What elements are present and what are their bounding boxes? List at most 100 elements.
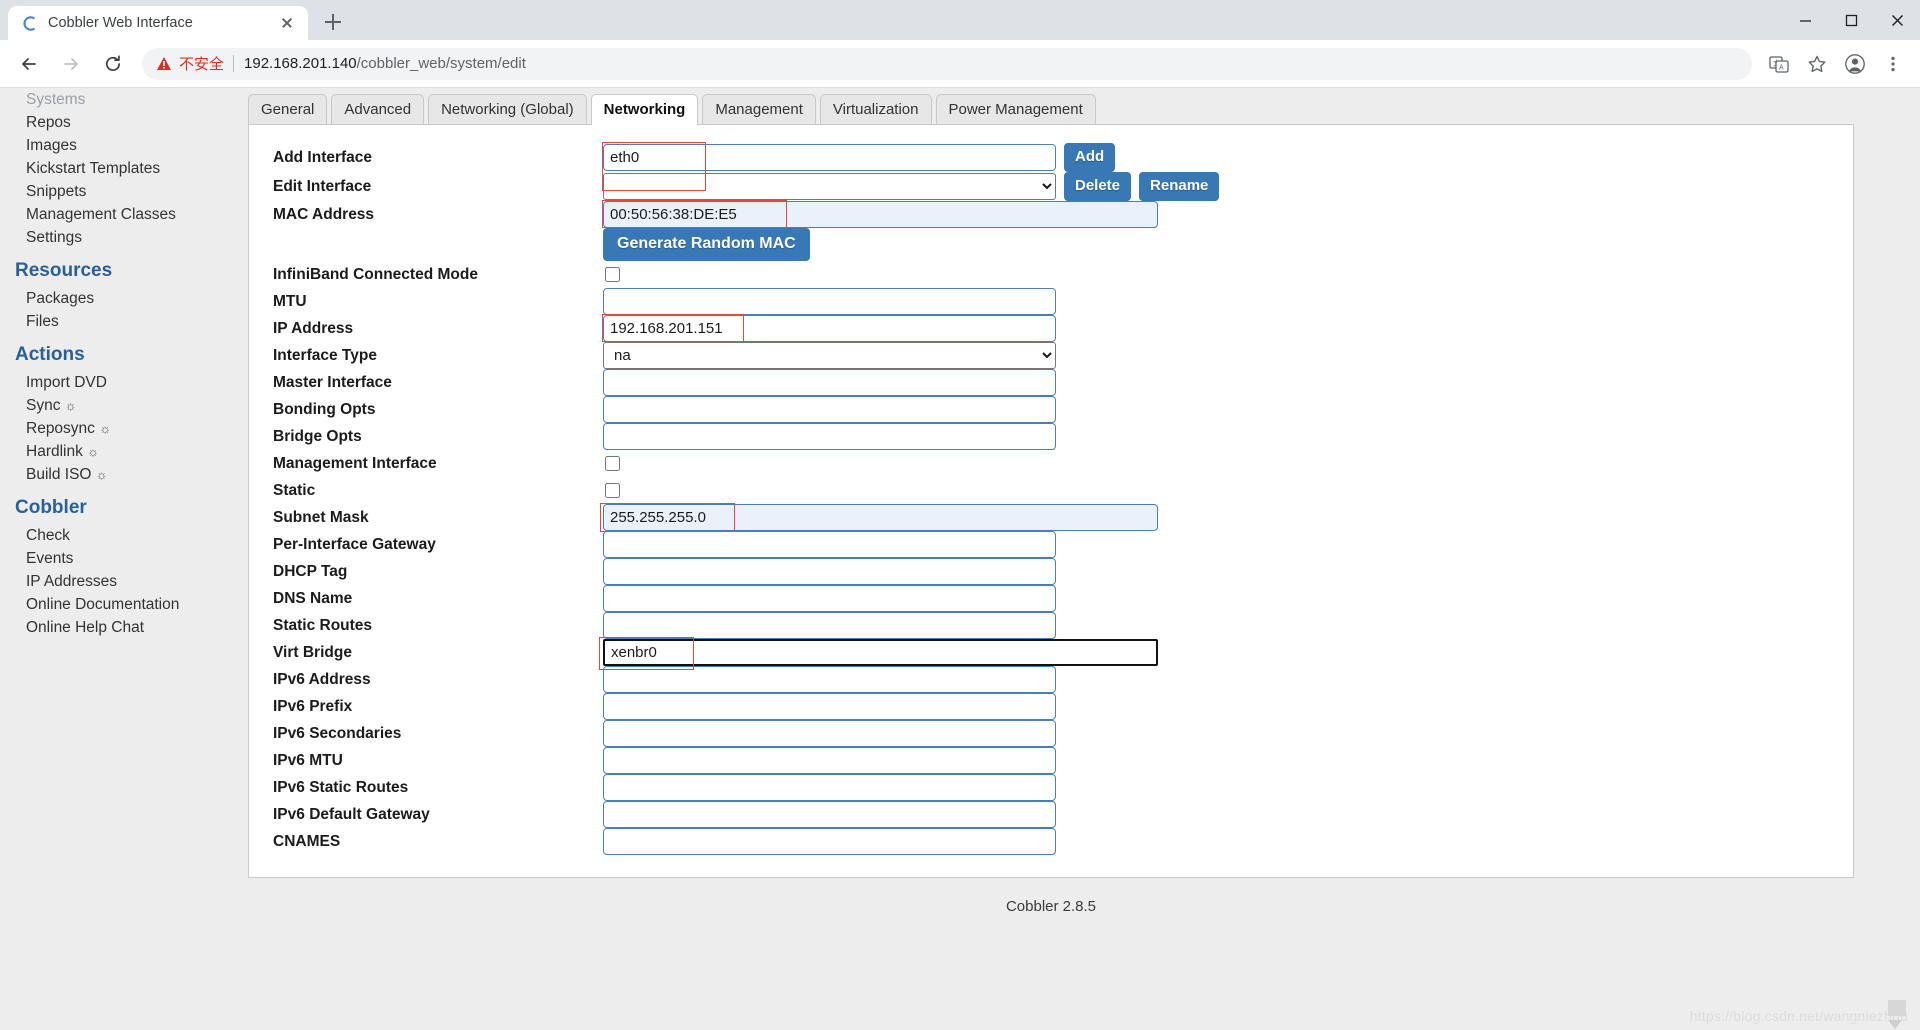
label-virt-bridge: Virt Bridge	[273, 643, 352, 661]
sidebar-item-snippets[interactable]: Snippets	[0, 180, 236, 203]
sidebar-item-label: Build ISO	[26, 466, 92, 483]
tab-general[interactable]: General	[248, 94, 328, 125]
sidebar-item-settings[interactable]: Settings	[0, 226, 236, 249]
bookmark-star-icon[interactable]	[1801, 48, 1833, 80]
sidebar-item-ip-addresses[interactable]: IP Addresses	[0, 570, 236, 593]
window-controls	[1782, 0, 1920, 40]
form-row-virt-bridge: Virt Bridge	[273, 639, 1829, 666]
maximize-icon[interactable]	[1828, 0, 1874, 40]
sidebar-item-packages[interactable]: Packages	[0, 287, 236, 310]
label-per-interface-gateway: Per-Interface Gateway	[273, 535, 436, 553]
ipv6-static-routes-input[interactable]	[603, 774, 1056, 801]
form-row-mac-address: MAC Address	[273, 201, 1829, 228]
close-window-icon[interactable]	[1874, 0, 1920, 40]
sidebar-item-reposync[interactable]: Reposync ☼	[0, 417, 236, 440]
close-tab-icon[interactable]	[278, 14, 296, 32]
ipv6-mtu-input[interactable]	[603, 747, 1056, 774]
reload-icon[interactable]	[96, 47, 130, 81]
cnames-input[interactable]	[603, 828, 1056, 855]
tab-advanced[interactable]: Advanced	[331, 94, 425, 125]
ipv6-prefix-input[interactable]	[603, 693, 1056, 720]
label-static-routes: Static Routes	[273, 616, 373, 634]
forward-arrow-icon[interactable]	[54, 47, 88, 81]
not-secure-label: 不安全	[179, 56, 225, 73]
content-tab-bar: General Advanced Networking (Global) Net…	[244, 94, 1920, 125]
dns-name-input[interactable]	[603, 585, 1056, 612]
tab-management[interactable]: Management	[702, 94, 816, 125]
sidebar-item-check[interactable]: Check	[0, 524, 236, 547]
mac-address-input[interactable]	[603, 201, 1158, 228]
label-bonding-opts: Bonding Opts	[273, 400, 376, 418]
menu-kebab-icon[interactable]	[1877, 48, 1909, 80]
main-content: General Advanced Networking (Global) Net…	[236, 88, 1920, 1030]
form-row-interface-type: Interface Type na	[273, 342, 1829, 369]
mtu-input[interactable]	[603, 288, 1056, 315]
interface-type-select[interactable]: na	[603, 342, 1056, 369]
tab-virtualization[interactable]: Virtualization	[819, 94, 932, 125]
sidebar-item-sync[interactable]: Sync ☼	[0, 394, 236, 417]
label-ipv6-address: IPv6 Address	[273, 670, 371, 688]
add-interface-input[interactable]	[603, 144, 1056, 171]
sidebar-item-systems[interactable]: Systems	[0, 88, 236, 111]
form-row-ipv6-static-routes: IPv6 Static Routes	[273, 774, 1829, 801]
subnet-mask-input[interactable]	[603, 504, 1158, 531]
delete-button[interactable]: Delete	[1064, 172, 1132, 201]
form-row-ipv6-secondaries: IPv6 Secondaries	[273, 720, 1829, 747]
sidebar-item-import-dvd[interactable]: Import DVD	[0, 371, 236, 394]
sidebar-item-management-classes[interactable]: Management Classes	[0, 203, 236, 226]
minimize-icon[interactable]	[1782, 0, 1828, 40]
browser-tab[interactable]: Cobbler Web Interface	[8, 6, 308, 40]
label-infiniband-connected-mode: InfiniBand Connected Mode	[273, 265, 478, 283]
gear-icon: ☼	[99, 421, 112, 436]
back-arrow-icon[interactable]	[12, 47, 46, 81]
static-routes-input[interactable]	[603, 612, 1056, 639]
sidebar-item-hardlink[interactable]: Hardlink ☼	[0, 440, 236, 463]
new-tab-button[interactable]	[318, 7, 348, 37]
sidebar-item-files[interactable]: Files	[0, 310, 236, 333]
sidebar-item-images[interactable]: Images	[0, 134, 236, 157]
dhcp-tag-input[interactable]	[603, 558, 1056, 585]
sidebar-item-repos[interactable]: Repos	[0, 111, 236, 134]
gear-icon: ☼	[87, 444, 100, 459]
virt-bridge-input[interactable]	[603, 639, 1158, 666]
sidebar-heading-resources: Resources	[15, 260, 113, 281]
tab-networking-global[interactable]: Networking (Global)	[428, 94, 587, 125]
tab-networking[interactable]: Networking	[590, 94, 699, 125]
networking-form: Add Interface Add Edit Interface	[273, 143, 1829, 855]
rename-button[interactable]: Rename	[1139, 172, 1220, 201]
infiniband-connected-mode-checkbox[interactable]	[605, 267, 620, 282]
address-bar[interactable]: 不安全 192.168.201.140/cobbler_web/system/e…	[142, 47, 1752, 80]
sidebar-heading-cobbler: Cobbler	[15, 497, 87, 518]
tab-power-management[interactable]: Power Management	[935, 94, 1096, 125]
sidebar-item-online-documentation[interactable]: Online Documentation	[0, 593, 236, 616]
edit-interface-select[interactable]	[603, 173, 1056, 200]
form-row-add-interface: Add Interface Add	[273, 143, 1829, 172]
form-row-dns-name: DNS Name	[273, 585, 1829, 612]
label-interface-type: Interface Type	[273, 346, 377, 364]
master-interface-input[interactable]	[603, 369, 1056, 396]
bridge-opts-input[interactable]	[603, 423, 1056, 450]
static-checkbox[interactable]	[605, 483, 620, 498]
translate-icon[interactable]: 文 A	[1763, 48, 1795, 80]
management-interface-checkbox[interactable]	[605, 456, 620, 471]
bonding-opts-input[interactable]	[603, 396, 1056, 423]
ip-address-input[interactable]	[603, 315, 1056, 342]
label-add-interface: Add Interface	[273, 148, 373, 166]
label-dhcp-tag: DHCP Tag	[273, 562, 348, 580]
sidebar-item-online-help-chat[interactable]: Online Help Chat	[0, 616, 236, 639]
per-interface-gateway-input[interactable]	[603, 531, 1056, 558]
sidebar-item-events[interactable]: Events	[0, 547, 236, 570]
sidebar-nav: Systems Repos Images Kickstart Templates…	[0, 88, 236, 1030]
add-button[interactable]: Add	[1064, 143, 1116, 172]
form-row-dhcp-tag: DHCP Tag	[273, 558, 1829, 585]
sidebar-item-kickstart-templates[interactable]: Kickstart Templates	[0, 157, 236, 180]
label-master-interface: Master Interface	[273, 373, 392, 391]
sidebar-top-group: Systems Repos Images Kickstart Templates…	[0, 88, 236, 249]
ipv6-default-gateway-input[interactable]	[603, 801, 1056, 828]
ipv6-secondaries-input[interactable]	[603, 720, 1056, 747]
generate-random-mac-button[interactable]: Generate Random MAC	[603, 228, 810, 261]
label-ipv6-mtu: IPv6 MTU	[273, 751, 343, 769]
ipv6-address-input[interactable]	[603, 666, 1056, 693]
profile-avatar-icon[interactable]	[1839, 48, 1871, 80]
sidebar-item-build-iso[interactable]: Build ISO ☼	[0, 463, 236, 486]
